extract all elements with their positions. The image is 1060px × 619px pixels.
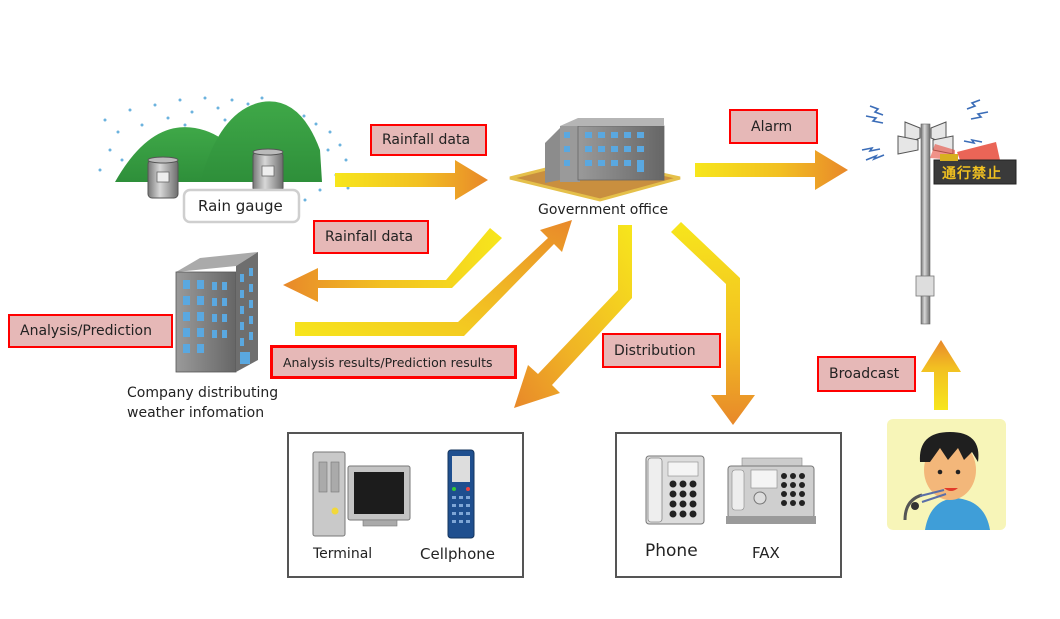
desk-phone-icon bbox=[645, 455, 705, 525]
fax-machine-icon bbox=[726, 457, 816, 524]
cellphone-icon bbox=[447, 449, 475, 539]
device-icons-layer bbox=[312, 449, 816, 539]
terminal-icon bbox=[312, 451, 411, 537]
